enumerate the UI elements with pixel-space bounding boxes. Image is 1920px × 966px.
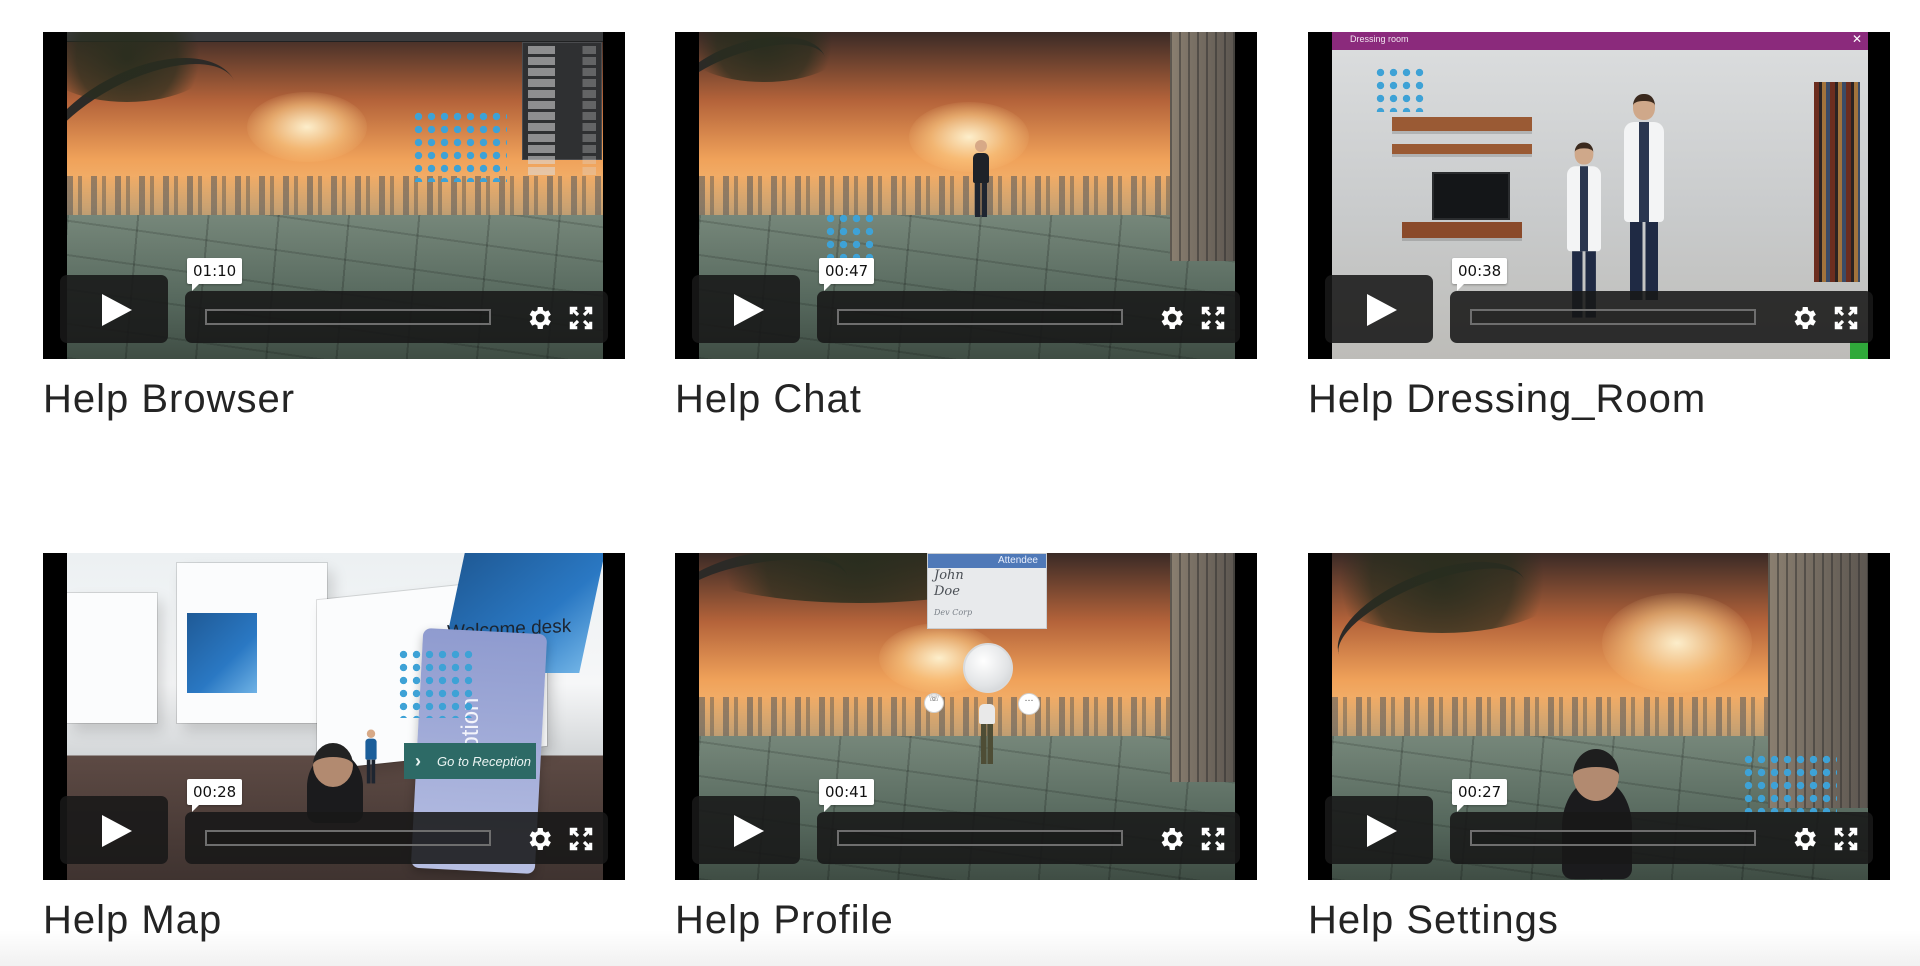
- play-icon[interactable]: [60, 275, 168, 343]
- profile-role: Attendee: [928, 554, 1046, 568]
- progress-bar[interactable]: [205, 830, 491, 846]
- profile-company: Dev Corp: [934, 608, 973, 617]
- video-player[interactable]: 00:27: [1308, 553, 1890, 880]
- player-controls: 01:10: [60, 258, 608, 343]
- fullscreen-icon[interactable]: [1198, 824, 1228, 854]
- video-card: 01:10 Help Browser: [43, 32, 625, 421]
- video-title[interactable]: Help Dressing_Room: [1308, 377, 1706, 422]
- scene-caption: Dressing room: [1350, 34, 1409, 44]
- play-icon[interactable]: [692, 275, 800, 343]
- profile-last-name: Doe: [934, 584, 960, 599]
- avatar: [963, 643, 1013, 693]
- progress-bar[interactable]: [205, 309, 491, 325]
- timecode: 00:38: [1452, 258, 1508, 291]
- gear-icon[interactable]: [1156, 824, 1186, 854]
- chat-icon[interactable]: …: [1018, 693, 1040, 715]
- player-controls: 00:47: [692, 258, 1240, 343]
- fullscreen-icon[interactable]: [566, 303, 596, 333]
- video-player[interactable]: Attendee John Doe Dev Corp ☏ … 00:41: [675, 553, 1257, 880]
- progress-bar[interactable]: [837, 309, 1123, 325]
- go-to-reception-label: Go to Reception: [437, 753, 531, 769]
- avatar: [979, 703, 995, 764]
- control-bar: [185, 812, 608, 864]
- play-icon[interactable]: [1325, 275, 1433, 343]
- video-player[interactable]: 01:10: [43, 32, 625, 359]
- play-icon[interactable]: [1325, 796, 1433, 864]
- video-player[interactable]: 00:47: [675, 32, 1257, 359]
- avatar: [973, 140, 989, 217]
- gear-icon[interactable]: [1789, 303, 1819, 333]
- close-icon[interactable]: ✕: [1852, 32, 1862, 46]
- video-card: Dressing room ✕ 00:38 Help Dressing_Room: [1308, 32, 1890, 421]
- fullscreen-icon[interactable]: [1198, 303, 1228, 333]
- fullscreen-icon[interactable]: [1831, 824, 1861, 854]
- fullscreen-icon[interactable]: [566, 824, 596, 854]
- control-bar: [1450, 291, 1873, 343]
- timecode: 00:27: [1452, 779, 1508, 812]
- progress-bar[interactable]: [837, 830, 1123, 846]
- video-gallery: 01:10 Help Browser 00:47 Help Chat Dress…: [0, 0, 1920, 966]
- video-title[interactable]: Help Settings: [1308, 898, 1559, 943]
- play-icon[interactable]: [60, 796, 168, 864]
- video-card: 00:47 Help Chat: [675, 32, 1257, 421]
- player-controls: 00:38: [1325, 258, 1873, 343]
- play-icon[interactable]: [692, 796, 800, 864]
- chevron-right-icon: ›: [415, 750, 421, 771]
- progress-bar[interactable]: [1470, 309, 1756, 325]
- avatar: [1624, 94, 1664, 300]
- video-title[interactable]: Help Browser: [43, 377, 295, 422]
- player-controls: 00:28: [60, 779, 608, 864]
- control-bar: [185, 291, 608, 343]
- gear-icon[interactable]: [524, 824, 554, 854]
- video-title[interactable]: Help Chat: [675, 377, 862, 422]
- timecode: 00:28: [187, 779, 243, 812]
- profile-first-name: John: [934, 568, 964, 583]
- player-controls: 00:41: [692, 779, 1240, 864]
- video-title[interactable]: Help Map: [43, 898, 222, 943]
- avatar: [365, 729, 377, 784]
- fullscreen-icon[interactable]: [1831, 303, 1861, 333]
- gear-icon[interactable]: [1156, 303, 1186, 333]
- control-bar: [1450, 812, 1873, 864]
- phone-icon[interactable]: ☏: [924, 693, 944, 713]
- video-card: 00:27 Help Settings: [1308, 553, 1890, 942]
- go-to-reception-button[interactable]: › Go to Reception: [404, 743, 536, 779]
- video-player[interactable]: Welcome desk eption › Go to Reception 00…: [43, 553, 625, 880]
- video-player[interactable]: Dressing room ✕ 00:38: [1308, 32, 1890, 359]
- video-card: Attendee John Doe Dev Corp ☏ … 00:41 Hel…: [675, 553, 1257, 942]
- gear-icon[interactable]: [524, 303, 554, 333]
- profile-card: Attendee John Doe Dev Corp: [927, 553, 1047, 629]
- control-bar: [817, 812, 1240, 864]
- timecode: 00:41: [819, 779, 875, 812]
- video-card: Welcome desk eption › Go to Reception 00…: [43, 553, 625, 942]
- player-controls: 00:27: [1325, 779, 1873, 864]
- timecode: 00:47: [819, 258, 875, 291]
- timecode: 01:10: [187, 258, 243, 291]
- video-title[interactable]: Help Profile: [675, 898, 894, 943]
- progress-bar[interactable]: [1470, 830, 1756, 846]
- control-bar: [817, 291, 1240, 343]
- gear-icon[interactable]: [1789, 824, 1819, 854]
